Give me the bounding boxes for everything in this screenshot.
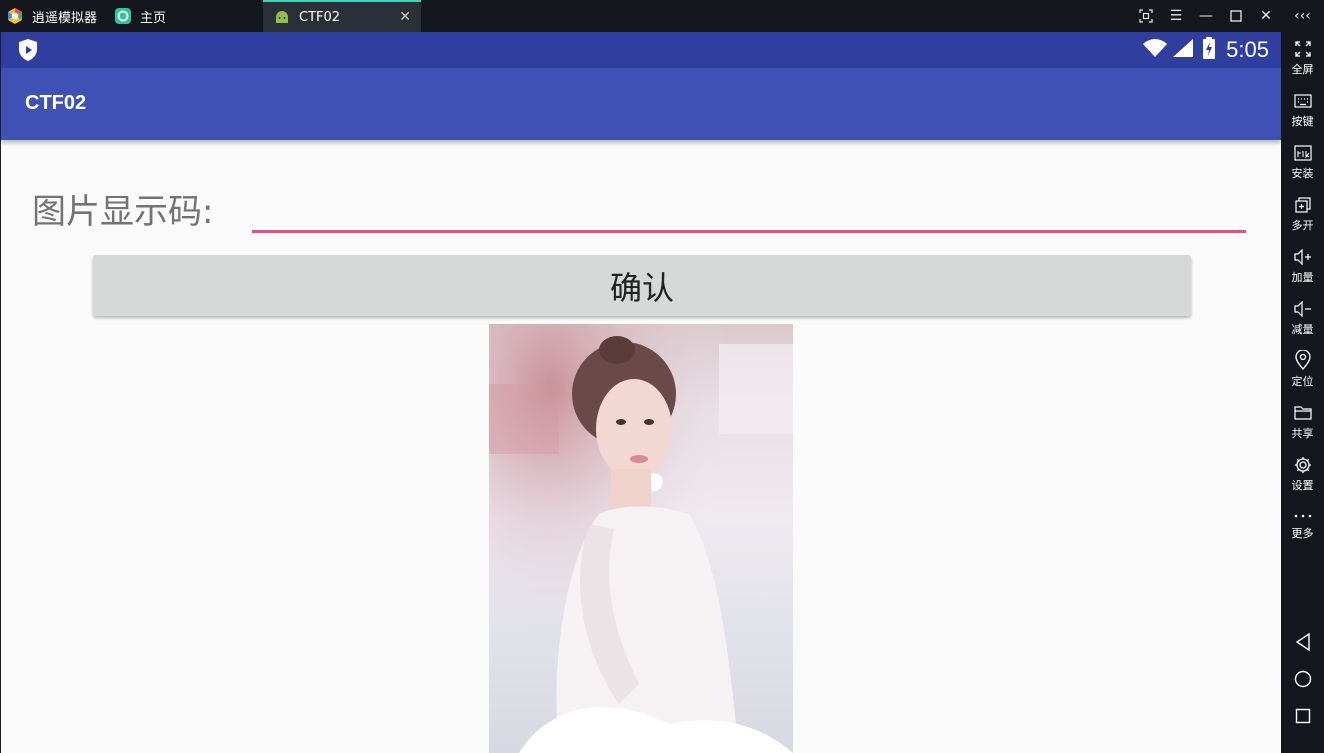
status-clock: 5:05 [1226, 37, 1269, 62]
folder-icon [1293, 404, 1312, 422]
fullscreen-icon [1294, 40, 1312, 58]
tab-close-icon[interactable]: ✕ [399, 9, 411, 25]
android-screen: 5:05 CTF02 图片显示码: 确认 [1, 32, 1281, 753]
home-app-icon [114, 7, 132, 25]
minimize-icon[interactable]: — [1191, 0, 1221, 32]
home-icon[interactable] [1281, 667, 1324, 691]
sidebar-item-multi[interactable]: 多开 [1281, 196, 1324, 233]
close-icon[interactable]: ✕ [1251, 0, 1281, 32]
android-icon [273, 8, 291, 26]
status-bar: 5:05 [1, 32, 1281, 68]
image-code-label: 图片显示码: [32, 192, 214, 232]
wifi-icon [1142, 38, 1168, 62]
collapse-icon[interactable]: ‹‹‹ [1281, 0, 1324, 32]
sidebar-item-fullscreen[interactable]: 全屏 [1281, 40, 1324, 77]
sidebar-item-keys[interactable]: 按键 [1281, 92, 1324, 129]
sidebar-item-volume-up[interactable]: 加量 [1281, 248, 1324, 285]
app-title: CTF02 [25, 92, 87, 114]
apk-install-icon [1293, 144, 1312, 162]
sidebar-item-settings[interactable]: 设置 [1281, 456, 1324, 493]
emulator-sidebar: 全屏 按键 安装 多开 加量 减量 定位 共享 设置 更多 [1281, 32, 1324, 753]
ctf02-tab-label: CTF02 [299, 9, 341, 25]
screenshot-icon[interactable] [1131, 0, 1161, 32]
maximize-icon[interactable] [1221, 0, 1251, 32]
more-icon [1294, 510, 1312, 522]
sidebar-item-volume-down[interactable]: 减量 [1281, 300, 1324, 337]
emulator-tab[interactable]: 逍遥模拟器 [6, 0, 97, 32]
emulator-titlebar: 逍遥模拟器 主页 CTF02 ✕ ☰ — ✕ ‹‹‹ [0, 0, 1324, 32]
home-tab[interactable]: 主页 [114, 0, 166, 32]
menu-icon[interactable]: ☰ [1161, 0, 1191, 32]
ctf02-tab[interactable]: CTF02 ✕ [263, 0, 421, 32]
volume-down-icon [1293, 300, 1312, 318]
emulator-logo-icon [6, 7, 24, 25]
image-code-input[interactable] [252, 192, 1246, 233]
battery-icon [1202, 37, 1216, 63]
location-icon [1294, 350, 1312, 370]
signal-icon [1172, 38, 1194, 62]
shield-icon [17, 38, 39, 66]
sidebar-item-location[interactable]: 定位 [1281, 350, 1324, 389]
portrait-image [489, 324, 793, 753]
keyboard-icon [1293, 92, 1312, 110]
back-icon[interactable] [1281, 630, 1324, 654]
volume-up-icon [1293, 248, 1312, 266]
confirm-button[interactable]: 确认 [93, 255, 1191, 316]
home-tab-label: 主页 [140, 10, 167, 26]
recents-icon[interactable] [1281, 704, 1324, 728]
app-bar: CTF02 [1, 68, 1281, 140]
gear-icon [1294, 456, 1312, 474]
sidebar-item-more[interactable]: 更多 [1281, 510, 1324, 541]
multi-instance-icon [1294, 196, 1312, 214]
sidebar-item-share[interactable]: 共享 [1281, 404, 1324, 441]
sidebar-item-install[interactable]: 安装 [1281, 144, 1324, 181]
emulator-tab-label: 逍遥模拟器 [32, 10, 98, 26]
